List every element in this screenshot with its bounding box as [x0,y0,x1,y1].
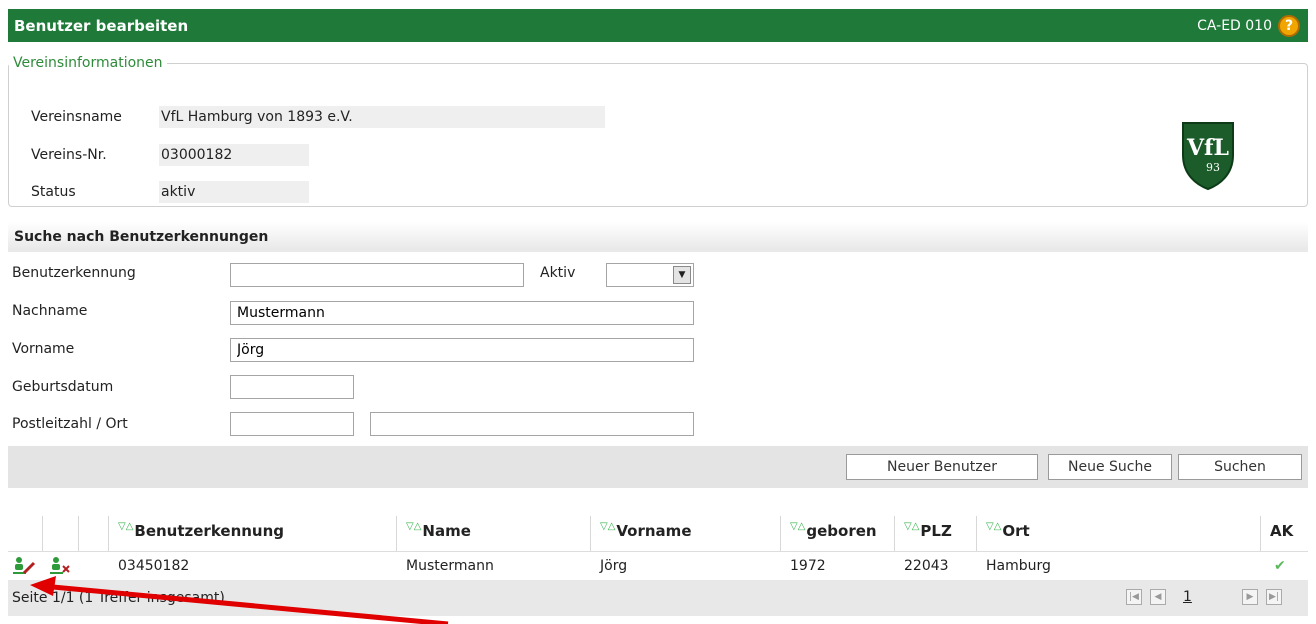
col-plz[interactable]: ▽△ PLZ [904,522,952,541]
plz-ort-label: Postleitzahl / Ort [12,416,128,432]
title-bar: Benutzer bearbeiten CA-ED 010 ? [8,9,1308,42]
button-bar: Neuer Benutzer Neue Suche Suchen [8,446,1308,488]
cell-ort: Hamburg [986,558,1051,574]
first-page-icon[interactable]: |◀ [1126,589,1142,605]
geburtsdatum-input[interactable] [230,375,354,399]
title-bar-right: CA-ED 010 ? [1197,14,1300,37]
vereinsinfo-panel: Vereinsinformationen Vereinsname VfL Ham… [8,55,1308,207]
chevron-down-icon[interactable]: ▼ [673,266,691,284]
vorname-input[interactable] [230,338,694,362]
delete-user-icon[interactable] [48,556,74,576]
vereinsnr-label: Vereins-Nr. [31,147,107,163]
logo-text: VfL [1186,135,1229,161]
vereinsname-row: Vereinsname VfL Hamburg von 1893 e.V. [31,106,605,128]
table-header: ▽△ Benutzerkennung ▽△ Name ▽△ Vorname ▽△ geb… [8,516,1308,550]
ort-input[interactable] [370,412,694,436]
col-benutzerkennung[interactable]: ▽△ Benutzerkennung [118,522,284,541]
vereinsnr-value: 03000182 [159,144,309,166]
neue-suche-button[interactable]: Neue Suche [1048,454,1172,480]
neuer-benutzer-button[interactable]: Neuer Benutzer [846,454,1038,480]
table-row: 03450182 Mustermann Jörg 1972 22043 Hamb… [8,551,1308,580]
sort-icon[interactable]: ▽△ [790,522,805,532]
geburtsdatum-label: Geburtsdatum [12,379,114,395]
col-name[interactable]: ▽△ Name [406,522,471,541]
last-page-icon[interactable]: ▶| [1266,589,1282,605]
help-icon[interactable]: ? [1278,14,1300,37]
sort-icon[interactable]: ▽△ [600,522,615,532]
sort-icon[interactable]: ▽△ [406,522,421,532]
next-page-icon[interactable]: ▶ [1242,589,1258,605]
vereinsname-label: Vereinsname [31,109,122,125]
logo-sub: 93 [1206,161,1220,174]
vereinsnr-row: Vereins-Nr. 03000182 [31,144,309,166]
cell-plz: 22043 [904,558,949,574]
col-geboren[interactable]: ▽△ geboren [790,522,877,541]
status-row: Status aktiv [31,181,309,203]
benutzerkennung-label: Benutzerkennung [12,265,136,281]
benutzerkennung-input[interactable] [230,263,524,287]
vorname-label: Vorname [12,341,75,357]
nachname-input[interactable] [230,301,694,325]
nachname-label: Nachname [12,303,88,319]
sort-icon[interactable]: ▽△ [118,522,133,532]
pager-bar: Seite 1/1 (1 Treffer insgesamt) |◀ ◀ 1 ▶… [8,580,1308,616]
aktiv-label: Aktiv [540,265,576,281]
club-logo: VfL 93 [1182,122,1234,191]
col-vorname[interactable]: ▽△ Vorname [600,522,692,541]
page-number-link[interactable]: 1 [1183,589,1192,605]
col-ak: AK [1270,522,1294,540]
col-ort[interactable]: ▽△ Ort [986,522,1030,541]
search-section-title: Suche nach Benutzerkennungen [8,222,1308,252]
page-title: Benutzer bearbeiten [14,16,189,35]
suchen-button[interactable]: Suchen [1178,454,1302,480]
check-icon: ✔ [1274,558,1286,574]
page-code: CA-ED 010 [1197,17,1272,34]
pager-summary: Seite 1/1 (1 Treffer insgesamt) [12,590,225,606]
plz-input[interactable] [230,412,354,436]
sort-icon[interactable]: ▽△ [986,522,1001,532]
status-value: aktiv [159,181,309,203]
aktiv-select[interactable]: ▼ [606,263,694,287]
vereinsinfo-legend: Vereinsinformationen [13,55,163,71]
edit-user-icon[interactable] [12,556,36,576]
cell-benutzerkennung: 03450182 [118,558,190,574]
vereinsname-value: VfL Hamburg von 1893 e.V. [159,106,605,128]
cell-name: Mustermann [406,558,494,574]
sort-icon[interactable]: ▽△ [904,522,919,532]
cell-vorname: Jörg [600,558,628,574]
status-label: Status [31,184,76,200]
cell-geboren: 1972 [790,558,826,574]
prev-page-icon[interactable]: ◀ [1150,589,1166,605]
